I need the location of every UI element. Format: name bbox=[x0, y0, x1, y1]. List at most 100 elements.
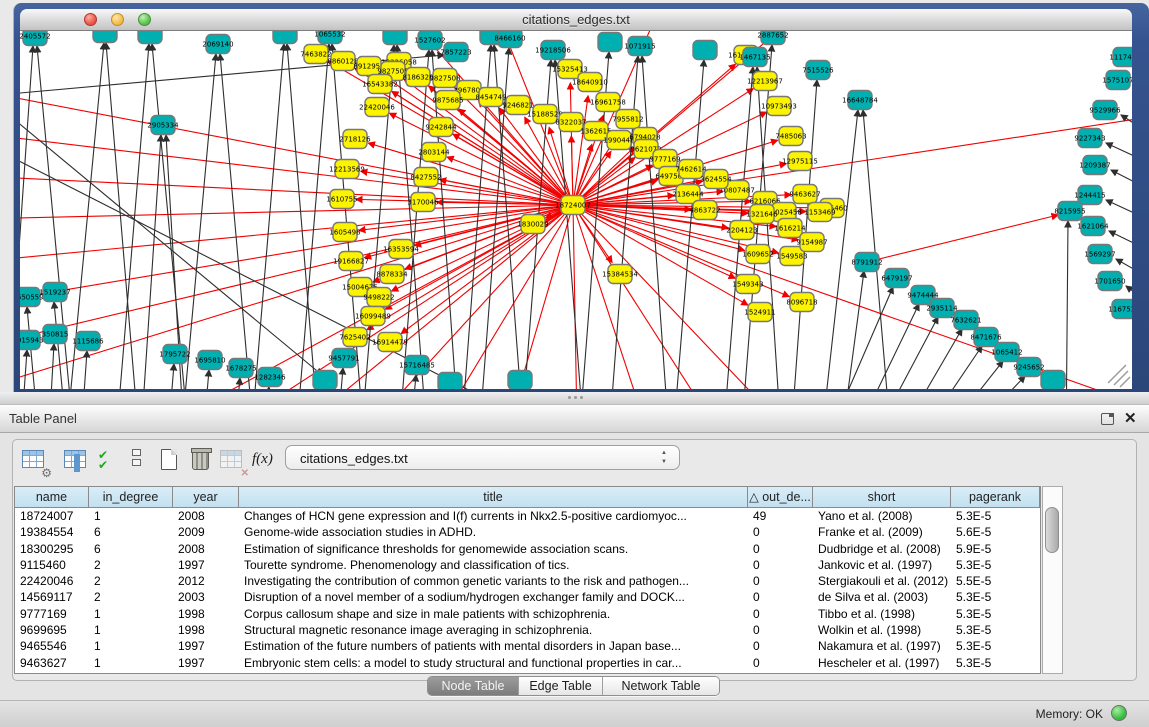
graph-node[interactable] bbox=[693, 41, 717, 60]
table-row[interactable]: 977716911998Corpus callosum shape and si… bbox=[15, 606, 1040, 622]
table-cell[interactable]: 2003 bbox=[173, 589, 239, 605]
table-cell[interactable]: Estimation of significance thresholds fo… bbox=[239, 541, 748, 557]
table-cell[interactable]: Wolkin et al. (1998) bbox=[813, 622, 951, 638]
graph-node[interactable] bbox=[429, 118, 453, 137]
graph-node[interactable] bbox=[748, 303, 772, 322]
table-cell[interactable]: 1998 bbox=[173, 606, 239, 622]
table-cell[interactable]: 9463627 bbox=[15, 655, 89, 671]
table-cell[interactable]: 49 bbox=[748, 508, 813, 524]
table-cell[interactable]: 5.3E-5 bbox=[951, 508, 1040, 524]
graph-node[interactable] bbox=[930, 299, 954, 318]
graph-node[interactable] bbox=[339, 252, 363, 271]
graph-node[interactable] bbox=[746, 245, 770, 264]
graph-node[interactable] bbox=[332, 349, 356, 368]
graph-node[interactable] bbox=[405, 356, 429, 375]
citation-edge-black[interactable] bbox=[202, 370, 209, 389]
delete-column-button[interactable] bbox=[188, 447, 216, 475]
table-cell[interactable]: Jankovic et al. (1997) bbox=[813, 557, 951, 573]
graph-node[interactable] bbox=[995, 343, 1019, 362]
table-cell[interactable]: 2008 bbox=[173, 541, 239, 557]
graph-node[interactable] bbox=[76, 332, 100, 351]
table-cell[interactable]: Franke et al. (2009) bbox=[813, 524, 951, 540]
graph-node[interactable] bbox=[533, 105, 557, 124]
graph-node[interactable] bbox=[1041, 371, 1065, 390]
table-scrollbar-thumb[interactable] bbox=[1045, 507, 1059, 553]
table-row[interactable]: 1938455462009Genome-wide association stu… bbox=[15, 524, 1040, 540]
graph-node[interactable] bbox=[313, 371, 337, 390]
graph-node[interactable] bbox=[273, 31, 297, 44]
table-cell[interactable]: Structural magnetic resonance image aver… bbox=[239, 622, 748, 638]
graph-node[interactable] bbox=[361, 307, 385, 326]
table-cell[interactable]: 0 bbox=[748, 638, 813, 654]
column-header[interactable]: short bbox=[813, 487, 951, 507]
citation-edge-black[interactable] bbox=[840, 271, 864, 389]
graph-node[interactable] bbox=[138, 31, 162, 44]
graph-node[interactable] bbox=[498, 31, 522, 48]
graph-node[interactable] bbox=[380, 265, 404, 284]
table-row[interactable]: 946362711997Embryonic stem cells: a mode… bbox=[15, 655, 1040, 671]
table-selector-combobox[interactable]: citations_edges.txt ▲▼ bbox=[285, 445, 680, 470]
citation-edge-black[interactable] bbox=[1121, 115, 1132, 140]
graph-node[interactable] bbox=[761, 31, 785, 45]
graph-node[interactable] bbox=[304, 45, 328, 64]
graph-node[interactable] bbox=[578, 73, 602, 92]
column-header[interactable]: in_degree bbox=[89, 487, 173, 507]
table-cell[interactable]: 2012 bbox=[173, 573, 239, 589]
citation-edge-black[interactable] bbox=[262, 387, 269, 389]
graph-node[interactable] bbox=[406, 68, 430, 87]
table-cell[interactable]: 0 bbox=[748, 557, 813, 573]
graph-node[interactable] bbox=[151, 116, 175, 135]
table-cell[interactable]: 0 bbox=[748, 573, 813, 589]
table-cell[interactable]: de Silva et al. (2003) bbox=[813, 589, 951, 605]
graph-node[interactable] bbox=[559, 113, 583, 132]
graph-node[interactable] bbox=[335, 160, 359, 179]
table-cell[interactable]: Estimation of the future numbers of pati… bbox=[239, 638, 748, 654]
graph-node[interactable] bbox=[20, 288, 40, 307]
table-cell[interactable]: 14569117 bbox=[15, 589, 89, 605]
function-builder-button[interactable]: f(x) bbox=[252, 451, 273, 468]
graph-node[interactable] bbox=[974, 328, 998, 347]
table-cell[interactable]: 1 bbox=[89, 606, 173, 622]
table-cell[interactable]: 6 bbox=[89, 524, 173, 540]
select-column-button[interactable] bbox=[62, 447, 90, 475]
new-table-button[interactable] bbox=[156, 447, 184, 475]
table-settings-button[interactable]: ⚙ bbox=[20, 447, 48, 475]
citation-edge-black[interactable] bbox=[911, 346, 982, 389]
graph-node[interactable] bbox=[343, 328, 367, 347]
citation-edge-black[interactable] bbox=[140, 135, 161, 389]
graph-node[interactable] bbox=[1078, 186, 1102, 205]
table-cell[interactable]: Dudbridge et al. (2008) bbox=[813, 541, 951, 557]
graph-node[interactable] bbox=[855, 253, 879, 272]
table-cell[interactable]: 5.3E-5 bbox=[951, 638, 1040, 654]
graph-node[interactable] bbox=[508, 371, 532, 390]
graph-node[interactable] bbox=[414, 168, 438, 187]
table-row[interactable]: 1872400712008Changes of HCN gene express… bbox=[15, 508, 1040, 524]
graph-node[interactable] bbox=[206, 35, 230, 54]
table-cell[interactable]: 2 bbox=[89, 557, 173, 573]
row-height-button[interactable] bbox=[126, 447, 154, 475]
citation-edge-black[interactable] bbox=[867, 317, 938, 389]
graph-node[interactable] bbox=[616, 110, 640, 129]
graph-node[interactable] bbox=[433, 69, 457, 88]
citation-edge-black[interactable] bbox=[1106, 200, 1132, 225]
graph-node[interactable] bbox=[163, 345, 187, 364]
graph-node[interactable] bbox=[198, 351, 222, 370]
graph-node[interactable] bbox=[793, 185, 817, 204]
graph-node[interactable] bbox=[479, 88, 503, 107]
citation-edge-red[interactable] bbox=[573, 205, 940, 389]
graph-node[interactable] bbox=[93, 31, 117, 43]
citation-edge-red[interactable] bbox=[220, 205, 573, 389]
table-cell[interactable]: 1 bbox=[89, 508, 173, 524]
table-row[interactable]: 1830029562008Estimation of significance … bbox=[15, 541, 1040, 557]
table-cell[interactable]: 5.6E-5 bbox=[951, 524, 1040, 540]
citation-edge-black[interactable] bbox=[220, 54, 255, 389]
float-panel-icon[interactable] bbox=[1101, 413, 1114, 425]
column-header[interactable]: pagerank bbox=[951, 487, 1040, 507]
citation-edge-black[interactable] bbox=[1111, 170, 1132, 195]
table-cell[interactable]: Investigating the contribution of common… bbox=[239, 573, 748, 589]
graph-node[interactable] bbox=[1113, 48, 1132, 67]
table-cell[interactable]: 0 bbox=[748, 524, 813, 540]
table-cell[interactable]: 1997 bbox=[173, 655, 239, 671]
graph-node[interactable] bbox=[628, 37, 652, 56]
citation-edge-red[interactable] bbox=[573, 205, 748, 305]
